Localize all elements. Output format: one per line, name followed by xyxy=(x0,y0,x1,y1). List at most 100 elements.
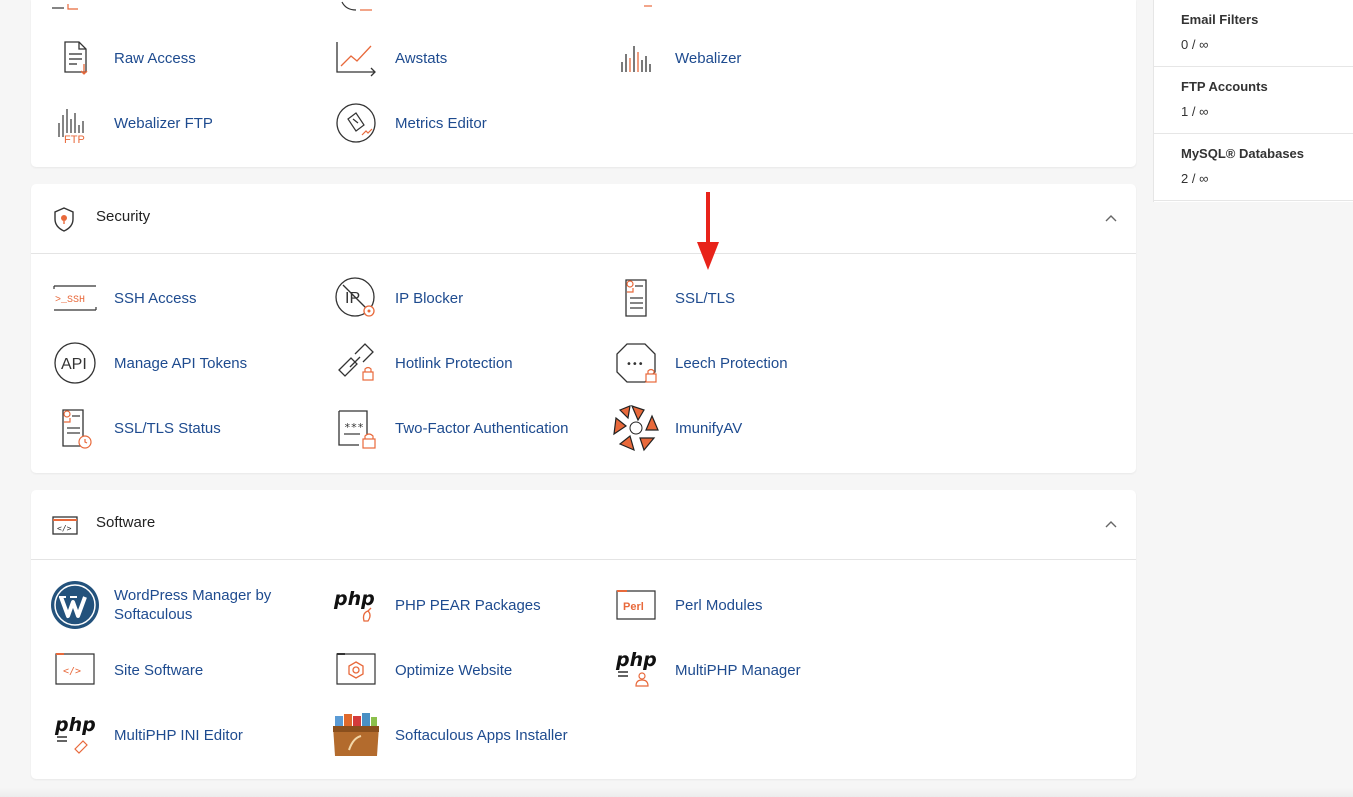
stat-value: 1 / ∞ xyxy=(1181,104,1209,119)
ssh-access-label: SSH Access xyxy=(114,289,197,307)
stat-label: FTP Accounts xyxy=(1181,79,1268,94)
leech-protection-link[interactable]: ••• Leech Protection xyxy=(611,338,788,388)
optimize-icon xyxy=(331,645,381,695)
hotlink-icon xyxy=(331,338,381,388)
multiphp-manager-label: MultiPHP Manager xyxy=(675,661,801,679)
svg-text:>_SSH: >_SSH xyxy=(55,295,85,306)
ssh-icon: >_SSH xyxy=(50,273,100,323)
stats-sidebar: Email Filters 0 / ∞ FTP Accounts 1 / ∞ M… xyxy=(1153,0,1353,202)
stat-value: 0 / ∞ xyxy=(1181,37,1209,52)
imunifyav-label: ImunifyAV xyxy=(675,419,743,437)
perl-modules-link[interactable]: Perl Perl Modules xyxy=(611,580,763,630)
webalizer-label: Webalizer xyxy=(675,49,742,67)
leech-protection-label: Leech Protection xyxy=(675,354,788,372)
ssl-tls-status-label: SSL/TLS Status xyxy=(114,419,221,437)
multiphp-manager-link[interactable]: php MultiPHP Manager xyxy=(611,645,801,695)
page-bottom-edge xyxy=(0,788,1353,797)
metrics-panel: Raw Access Awstats Webalizer FTP Webaliz… xyxy=(31,0,1136,167)
webalizer-ftp-label: Webalizer FTP xyxy=(114,114,213,132)
software-panel: </> Software WordPress Manager by Softac… xyxy=(31,490,1136,779)
php-pear-packages-label: PHP PEAR Packages xyxy=(395,596,541,614)
partial-icon xyxy=(52,4,78,10)
manage-api-tokens-label: Manage API Tokens xyxy=(114,354,248,372)
svg-text:•••: ••• xyxy=(626,359,644,370)
softaculous-apps-installer-link[interactable]: Softaculous Apps Installer xyxy=(331,710,568,760)
svg-text:Perl: Perl xyxy=(623,601,644,613)
ssl-tls-link[interactable]: SSL/TLS xyxy=(611,273,735,323)
webalizer-link[interactable]: Webalizer xyxy=(611,33,741,83)
webalizer-ftp-icon: FTP xyxy=(50,98,100,148)
svg-text:php: php xyxy=(333,588,375,610)
ssl-tls-icon xyxy=(611,273,661,323)
two-factor-icon: *** xyxy=(331,403,381,453)
multiphp-ini-editor-label: MultiPHP INI Editor xyxy=(114,726,243,744)
multiphp-manager-icon: php xyxy=(611,645,661,695)
webalizer-icon xyxy=(611,33,661,83)
optimize-website-link[interactable]: Optimize Website xyxy=(331,645,512,695)
ip-blocker-label: IP Blocker xyxy=(395,289,464,307)
annotation-arrow-icon xyxy=(697,192,719,270)
ssl-tls-label: SSL/TLS xyxy=(675,289,736,307)
stat-mysql-databases: MySQL® Databases 2 / ∞ xyxy=(1154,134,1353,201)
awstats-label: Awstats xyxy=(395,49,448,67)
metrics-editor-label: Metrics Editor xyxy=(395,114,487,132)
manage-api-tokens-link[interactable]: API Manage API Tokens xyxy=(50,338,247,388)
perl-icon: Perl xyxy=(611,580,661,630)
software-title: Software xyxy=(96,514,156,531)
stat-value: 2 / ∞ xyxy=(1181,171,1209,186)
two-factor-authentication-label: Two-Factor Authentication xyxy=(395,419,569,437)
imunify-icon xyxy=(611,403,661,453)
svg-text:FTP: FTP xyxy=(64,134,85,143)
hotlink-protection-label: Hotlink Protection xyxy=(395,354,513,372)
partial-icon xyxy=(341,1,372,11)
chevron-up-icon[interactable] xyxy=(1104,211,1118,225)
stat-ftp-accounts: FTP Accounts 1 / ∞ xyxy=(1154,67,1353,134)
ssh-access-link[interactable]: >_SSH SSH Access xyxy=(50,273,197,323)
wordpress-icon xyxy=(50,580,100,630)
two-factor-authentication-link[interactable]: *** Two-Factor Authentication xyxy=(331,403,568,453)
security-header[interactable]: Security xyxy=(31,184,1136,254)
optimize-website-label: Optimize Website xyxy=(395,661,513,679)
stat-email-filters: Email Filters 0 / ∞ xyxy=(1154,0,1353,67)
hotlink-protection-link[interactable]: Hotlink Protection xyxy=(331,338,513,388)
wordpress-manager-label: WordPress Manager by Softaculous xyxy=(114,587,272,623)
partial-icon xyxy=(644,5,652,7)
softaculous-icon xyxy=(331,710,381,760)
multiphp-ini-editor-link[interactable]: php MultiPHP INI Editor xyxy=(50,710,243,760)
site-software-link[interactable]: </> Site Software xyxy=(50,645,203,695)
ssl-status-icon xyxy=(50,403,100,453)
code-window-icon: </> xyxy=(52,516,78,535)
svg-text:</>: </> xyxy=(57,524,72,533)
wordpress-manager-link[interactable]: WordPress Manager by Softaculous xyxy=(50,580,271,630)
svg-text:API: API xyxy=(61,356,87,373)
perl-modules-label: Perl Modules xyxy=(675,596,763,614)
leech-icon: ••• xyxy=(611,338,661,388)
software-header[interactable]: </> Software xyxy=(31,490,1136,560)
imunifyav-link[interactable]: ImunifyAV xyxy=(611,403,742,453)
site-software-label: Site Software xyxy=(114,661,204,679)
chevron-up-icon[interactable] xyxy=(1104,517,1118,531)
svg-text:php: php xyxy=(615,649,657,671)
raw-access-icon xyxy=(50,33,100,83)
multiphp-ini-icon: php xyxy=(50,710,100,760)
webalizer-ftp-link[interactable]: FTP Webalizer FTP xyxy=(50,98,213,148)
raw-access-label: Raw Access xyxy=(114,49,196,67)
php-pear-packages-link[interactable]: php PHP PEAR Packages xyxy=(331,580,541,630)
stat-label: Email Filters xyxy=(1181,12,1259,27)
svg-text:php: php xyxy=(54,714,96,736)
ssl-tls-status-link[interactable]: SSL/TLS Status xyxy=(50,403,221,453)
api-icon: API xyxy=(50,338,100,388)
metrics-editor-icon xyxy=(331,98,381,148)
svg-text:</>: </> xyxy=(63,666,81,677)
raw-access-link[interactable]: Raw Access xyxy=(50,33,196,83)
softaculous-apps-installer-label: Softaculous Apps Installer xyxy=(395,726,568,744)
metrics-editor-link[interactable]: Metrics Editor xyxy=(331,98,487,148)
security-title: Security xyxy=(96,208,151,225)
awstats-link[interactable]: Awstats xyxy=(331,33,447,83)
svg-text:***: *** xyxy=(344,421,364,434)
ip-blocker-icon: IP xyxy=(331,273,381,323)
security-panel: Security >_SSH SSH Access IP IP Blocker … xyxy=(31,184,1136,473)
shield-icon xyxy=(54,207,74,232)
php-pear-icon: php xyxy=(331,580,381,630)
ip-blocker-link[interactable]: IP IP Blocker xyxy=(331,273,463,323)
